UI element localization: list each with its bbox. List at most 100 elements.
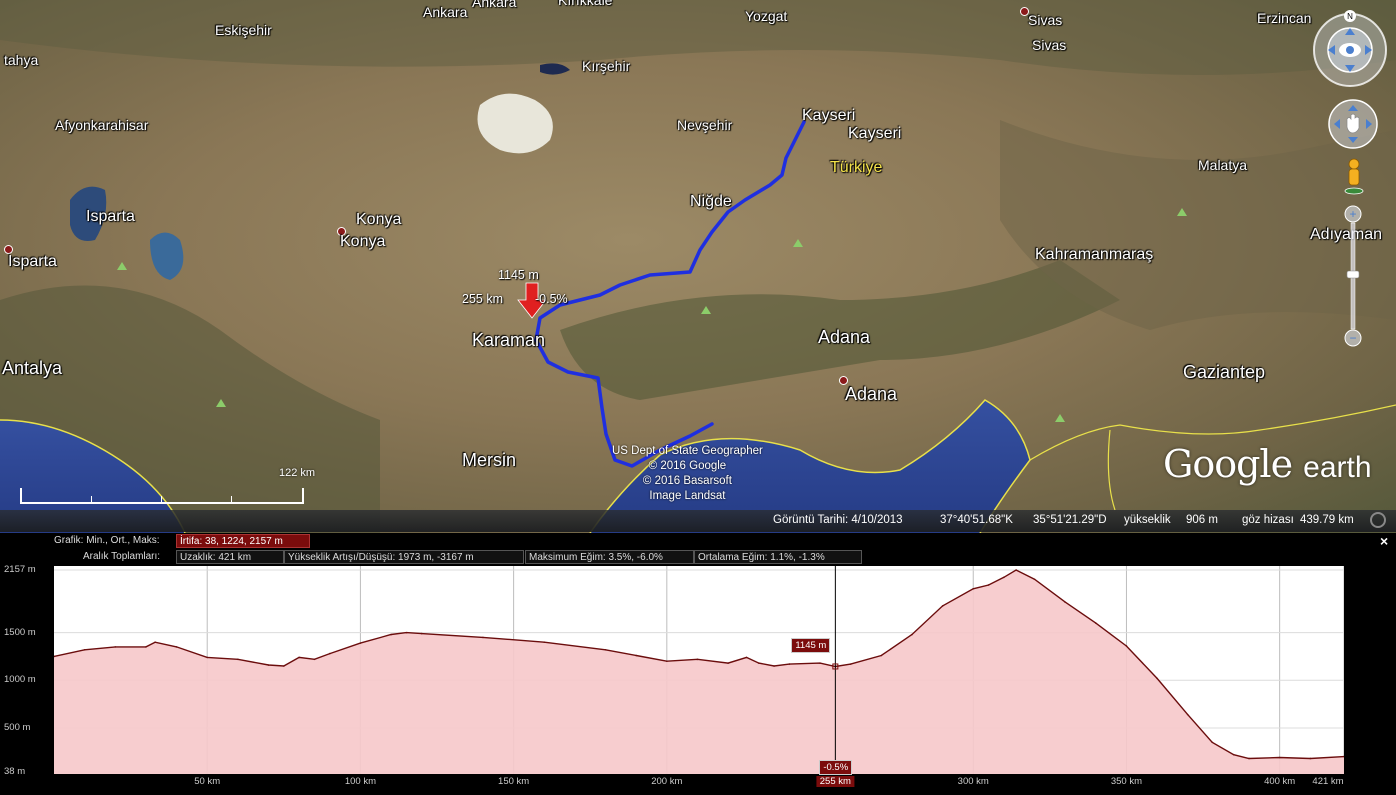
place-label-mersin[interactable]: Mersin — [462, 450, 516, 471]
x-tick-label: 421 km — [1312, 776, 1344, 787]
graph-stats-value[interactable]: İrtifa: 38, 1224, 2157 m — [176, 534, 310, 548]
elevation-point — [1015, 569, 1017, 571]
place-label-afyon[interactable]: Afyonkarahisar — [55, 117, 148, 133]
place-label-nevsehir[interactable]: Nevşehir — [677, 117, 732, 133]
place-label-nigde[interactable]: Niğde — [690, 193, 732, 211]
graph-stats-label: Grafik: Min., Ort., Maks: — [54, 535, 160, 546]
place-label-kayseri1[interactable]: Kayseri — [802, 107, 855, 125]
elevation-point — [1232, 753, 1235, 756]
x-tick-label: 150 km — [498, 776, 530, 787]
place-label-isparta1[interactable]: Isparta — [86, 208, 135, 226]
range-elevation-gain: Yükseklik Artışı/Düşüşü: 1973 m, -3167 m — [284, 550, 524, 564]
place-label-kayseri2[interactable]: Kayseri — [848, 125, 901, 143]
elevation-point — [145, 646, 147, 648]
range-max-slope: Maksimum Eğim: 3.5%, -6.0% — [525, 550, 694, 564]
place-label-ankara[interactable]: Ankara — [423, 4, 467, 20]
elevation-point — [405, 631, 408, 634]
elevation-point — [420, 632, 423, 635]
place-label-ankara2[interactable]: Ankara — [472, 0, 516, 10]
scale-bar — [20, 488, 304, 504]
place-label-yozgat[interactable]: Yozgat — [745, 8, 787, 24]
place-label-karaman[interactable]: Karaman — [472, 330, 545, 351]
y-tick-label: 2157 m — [4, 564, 36, 575]
place-label-sivas1[interactable]: Sivas — [1028, 12, 1062, 28]
elevation-point — [543, 641, 546, 643]
elevation-point — [696, 658, 699, 661]
svg-text:N: N — [1347, 12, 1353, 21]
elevation-chart[interactable] — [53, 566, 1345, 774]
place-label-turkiye[interactable]: Türkiye — [830, 159, 882, 177]
logo-google-text: Google — [1163, 442, 1293, 486]
y-tick-label: 1500 m — [4, 626, 36, 638]
elevation-point — [114, 646, 117, 648]
longitude-readout: 35°51'21.29"D — [1033, 514, 1107, 526]
place-label-malatya[interactable]: Malatya — [1198, 157, 1247, 173]
place-label-adana1[interactable]: Adana — [818, 327, 870, 348]
elevation-point — [328, 652, 331, 655]
move-control[interactable] — [1326, 97, 1380, 151]
place-label-konya1[interactable]: Konya — [356, 211, 401, 229]
elevation-point — [1003, 576, 1005, 579]
place-label-kirikkale[interactable]: Kırıkkale — [558, 0, 612, 8]
place-label-antalya[interactable]: Antalya — [2, 358, 62, 379]
x-tick-label: 100 km — [344, 776, 376, 787]
elevation-point — [635, 654, 637, 657]
zoom-slider[interactable]: + − — [1344, 205, 1362, 347]
x-tick-label-selected: 255 km — [816, 776, 854, 787]
elevation-point — [727, 662, 729, 664]
credit-line: Image Landsat — [649, 490, 726, 502]
elevation-point — [1278, 756, 1281, 759]
x-tick-label: 350 km — [1110, 776, 1143, 787]
x-tick-label: 300 km — [957, 776, 989, 787]
loading-indicator-icon — [1370, 512, 1386, 528]
elevation-point — [359, 642, 362, 644]
eye-altitude-label: göz hizası — [1242, 514, 1294, 526]
logo-earth-text: earth — [1303, 451, 1372, 484]
close-profile-button[interactable]: × — [1380, 533, 1388, 549]
hover-slope-label: -0.5% — [819, 760, 853, 775]
compass-north-icon[interactable] — [1345, 9, 1346, 10]
place-label-isparta2[interactable]: Isparta — [8, 253, 57, 271]
imagery-date: Görüntü Tarihi: 4/10/2013 — [773, 514, 903, 526]
elevation-point — [1033, 578, 1036, 581]
marker-distance: 255 km — [462, 292, 503, 306]
elevation-point — [83, 648, 86, 651]
elevation-point — [880, 654, 883, 657]
place-label-adana2[interactable]: Adana — [845, 384, 897, 405]
elevation-point — [313, 658, 316, 661]
place-label-kutahya[interactable]: tahya — [4, 52, 38, 68]
x-tick-label: 400 km — [1264, 776, 1296, 787]
elevation-point — [604, 648, 607, 651]
svg-text:−: − — [1349, 331, 1356, 345]
place-label-kmaras[interactable]: Kahramanmaraş — [1035, 246, 1153, 264]
elevation-point — [1211, 741, 1214, 744]
elevation-profile-panel: Grafik: Min., Ort., Maks: İrtifa: 38, 12… — [0, 533, 1396, 795]
place-label-erzincan[interactable]: Erzincan — [1257, 10, 1311, 26]
elevation-value: 906 m — [1186, 514, 1218, 526]
elevation-chart-svg[interactable] — [53, 566, 1345, 774]
elevation-point — [1248, 757, 1250, 760]
range-totals-label: Aralık Toplamları: — [83, 551, 161, 562]
elevation-point — [482, 636, 484, 639]
imagery-credits: US Dept of State Geographer © 2016 Googl… — [612, 444, 763, 504]
place-label-konya2[interactable]: Konya — [340, 233, 385, 251]
look-control[interactable]: N — [1312, 8, 1392, 92]
elevation-point — [154, 641, 156, 643]
elevation-point — [1095, 622, 1097, 624]
latitude-readout: 37°40'51.68"K — [940, 514, 1013, 526]
elevation-point — [1309, 757, 1312, 760]
elevation-point — [972, 587, 975, 590]
street-view-pegman-icon[interactable] — [1342, 157, 1366, 197]
elevation-point — [666, 660, 668, 663]
elevation-point — [773, 665, 775, 667]
place-label-sivas2[interactable]: Sivas — [1032, 37, 1066, 53]
credit-line: US Dept of State Geographer — [612, 445, 763, 457]
svg-text:+: + — [1349, 207, 1356, 221]
elevation-point — [1186, 713, 1189, 716]
place-label-kirsehir[interactable]: Kırşehir — [582, 58, 630, 74]
place-label-eskisehir[interactable]: Eskişehir — [215, 22, 272, 38]
marker-slope: -0.5% — [535, 292, 568, 306]
place-label-gaziantep[interactable]: Gaziantep — [1183, 362, 1265, 383]
status-bar: Görüntü Tarihi: 4/10/2013 37°40'51.68"K … — [0, 510, 1396, 532]
earth-view[interactable]: Eskişehir Ankara Ankara Kırıkkale Yozgat Siva… — [0, 0, 1396, 533]
